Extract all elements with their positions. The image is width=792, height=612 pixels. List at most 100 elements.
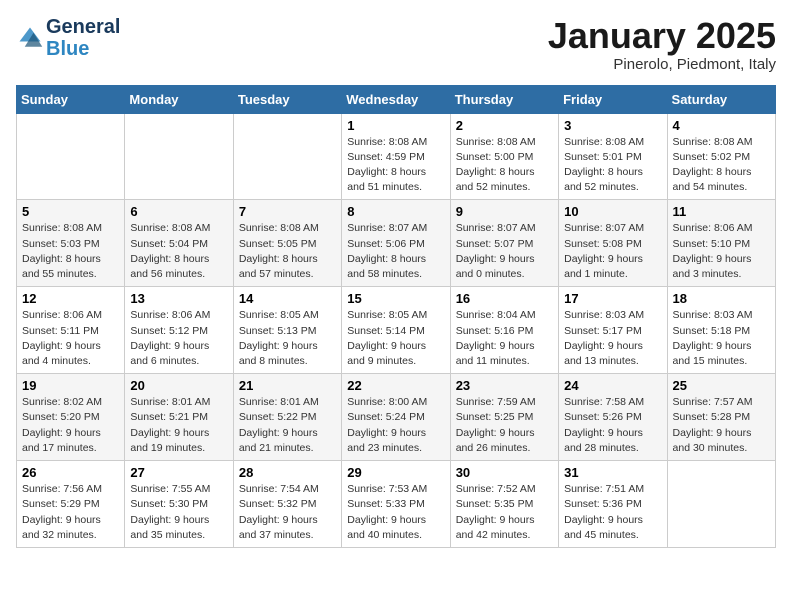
calendar-cell: 5 Sunrise: 8:08 AM Sunset: 5:03 PM Daylig…	[17, 200, 125, 287]
day-number: 26	[22, 465, 119, 480]
day-info: Sunrise: 8:07 AM Sunset: 5:07 PM Dayligh…	[456, 221, 553, 282]
calendar-cell: 19 Sunrise: 8:02 AM Sunset: 5:20 PM Dayli…	[17, 374, 125, 461]
day-number: 7	[239, 204, 336, 219]
day-info: Sunrise: 8:07 AM Sunset: 5:06 PM Dayligh…	[347, 221, 444, 282]
weekday-header-sunday: Sunday	[17, 85, 125, 113]
day-number: 8	[347, 204, 444, 219]
day-number: 10	[564, 204, 661, 219]
calendar-cell: 8 Sunrise: 8:07 AM Sunset: 5:06 PM Daylig…	[342, 200, 450, 287]
calendar-cell: 6 Sunrise: 8:08 AM Sunset: 5:04 PM Daylig…	[125, 200, 233, 287]
weekday-header-monday: Monday	[125, 85, 233, 113]
day-info: Sunrise: 8:06 AM Sunset: 5:10 PM Dayligh…	[673, 221, 770, 282]
day-info: Sunrise: 8:03 AM Sunset: 5:18 PM Dayligh…	[673, 308, 770, 369]
day-number: 12	[22, 291, 119, 306]
day-info: Sunrise: 8:08 AM Sunset: 5:04 PM Dayligh…	[130, 221, 227, 282]
calendar-cell: 1Sunrise: 8:08 AM Sunset: 4:59 PM Daylig…	[342, 113, 450, 200]
day-info: Sunrise: 8:06 AM Sunset: 5:11 PM Dayligh…	[22, 308, 119, 369]
day-number: 30	[456, 465, 553, 480]
calendar-cell: 29 Sunrise: 7:53 AM Sunset: 5:33 PM Dayli…	[342, 461, 450, 548]
day-info: Sunrise: 8:02 AM Sunset: 5:20 PM Dayligh…	[22, 395, 119, 456]
day-number: 13	[130, 291, 227, 306]
calendar-table: SundayMondayTuesdayWednesdayThursdayFrid…	[16, 85, 776, 548]
day-number: 25	[673, 378, 770, 393]
calendar-cell: 31 Sunrise: 7:51 AM Sunset: 5:36 PM Dayli…	[559, 461, 667, 548]
day-info: Sunrise: 8:06 AM Sunset: 5:12 PM Dayligh…	[130, 308, 227, 369]
calendar-cell: 28 Sunrise: 7:54 AM Sunset: 5:32 PM Dayli…	[233, 461, 341, 548]
day-number: 24	[564, 378, 661, 393]
calendar-cell: 15Sunrise: 8:05 AM Sunset: 5:14 PM Dayli…	[342, 287, 450, 374]
day-number: 5	[22, 204, 119, 219]
calendar-cell: 14Sunrise: 8:05 AM Sunset: 5:13 PM Dayli…	[233, 287, 341, 374]
day-info: Sunrise: 8:01 AM Sunset: 5:22 PM Dayligh…	[239, 395, 336, 456]
day-number: 11	[673, 204, 770, 219]
calendar-cell: 16 Sunrise: 8:04 AM Sunset: 5:16 PM Dayli…	[450, 287, 558, 374]
day-info: Sunrise: 8:03 AM Sunset: 5:17 PM Dayligh…	[564, 308, 661, 369]
day-info: Sunrise: 7:55 AM Sunset: 5:30 PM Dayligh…	[130, 482, 227, 543]
day-info: Sunrise: 8:01 AM Sunset: 5:21 PM Dayligh…	[130, 395, 227, 456]
day-info: Sunrise: 8:08 AM Sunset: 5:03 PM Dayligh…	[22, 221, 119, 282]
weekday-header-friday: Friday	[559, 85, 667, 113]
calendar-cell: 26Sunrise: 7:56 AM Sunset: 5:29 PM Dayli…	[17, 461, 125, 548]
calendar-cell: 21 Sunrise: 8:01 AM Sunset: 5:22 PM Dayli…	[233, 374, 341, 461]
week-row-2: 5 Sunrise: 8:08 AM Sunset: 5:03 PM Daylig…	[17, 200, 776, 287]
day-number: 1	[347, 118, 444, 133]
day-number: 18	[673, 291, 770, 306]
day-number: 29	[347, 465, 444, 480]
calendar-cell: 13 Sunrise: 8:06 AM Sunset: 5:12 PM Dayli…	[125, 287, 233, 374]
calendar-cell: 10 Sunrise: 8:07 AM Sunset: 5:08 PM Dayli…	[559, 200, 667, 287]
logo-icon	[16, 24, 44, 52]
day-info: Sunrise: 7:58 AM Sunset: 5:26 PM Dayligh…	[564, 395, 661, 456]
calendar-cell: 2Sunrise: 8:08 AM Sunset: 5:00 PM Daylig…	[450, 113, 558, 200]
calendar-cell: 27 Sunrise: 7:55 AM Sunset: 5:30 PM Dayli…	[125, 461, 233, 548]
calendar-cell: 24 Sunrise: 7:58 AM Sunset: 5:26 PM Dayli…	[559, 374, 667, 461]
calendar-cell: 4 Sunrise: 8:08 AM Sunset: 5:02 PM Daylig…	[667, 113, 775, 200]
calendar-cell	[667, 461, 775, 548]
calendar-cell: 9 Sunrise: 8:07 AM Sunset: 5:07 PM Daylig…	[450, 200, 558, 287]
calendar-cell: 23Sunrise: 7:59 AM Sunset: 5:25 PM Dayli…	[450, 374, 558, 461]
day-info: Sunrise: 7:51 AM Sunset: 5:36 PM Dayligh…	[564, 482, 661, 543]
day-info: Sunrise: 8:08 AM Sunset: 5:00 PM Dayligh…	[456, 135, 553, 196]
day-info: Sunrise: 7:52 AM Sunset: 5:35 PM Dayligh…	[456, 482, 553, 543]
logo: General Blue	[16, 16, 120, 60]
day-info: Sunrise: 7:59 AM Sunset: 5:25 PM Dayligh…	[456, 395, 553, 456]
weekday-header-wednesday: Wednesday	[342, 85, 450, 113]
day-info: Sunrise: 8:08 AM Sunset: 5:02 PM Dayligh…	[673, 135, 770, 196]
day-number: 17	[564, 291, 661, 306]
week-row-5: 26Sunrise: 7:56 AM Sunset: 5:29 PM Dayli…	[17, 461, 776, 548]
week-row-1: 1Sunrise: 8:08 AM Sunset: 4:59 PM Daylig…	[17, 113, 776, 200]
day-number: 6	[130, 204, 227, 219]
day-number: 16	[456, 291, 553, 306]
day-info: Sunrise: 7:53 AM Sunset: 5:33 PM Dayligh…	[347, 482, 444, 543]
day-info: Sunrise: 8:05 AM Sunset: 5:13 PM Dayligh…	[239, 308, 336, 369]
day-number: 19	[22, 378, 119, 393]
day-number: 27	[130, 465, 227, 480]
day-number: 31	[564, 465, 661, 480]
weekday-header-saturday: Saturday	[667, 85, 775, 113]
logo-text: General Blue	[46, 16, 120, 60]
day-number: 28	[239, 465, 336, 480]
day-info: Sunrise: 7:57 AM Sunset: 5:28 PM Dayligh…	[673, 395, 770, 456]
week-row-3: 12 Sunrise: 8:06 AM Sunset: 5:11 PM Dayli…	[17, 287, 776, 374]
day-info: Sunrise: 8:07 AM Sunset: 5:08 PM Dayligh…	[564, 221, 661, 282]
day-number: 20	[130, 378, 227, 393]
page-header: General Blue January 2025 Pinerolo, Pied…	[16, 16, 776, 73]
weekday-header-thursday: Thursday	[450, 85, 558, 113]
calendar-cell: 12 Sunrise: 8:06 AM Sunset: 5:11 PM Dayli…	[17, 287, 125, 374]
month-title: January 2025	[548, 16, 776, 56]
weekday-header-tuesday: Tuesday	[233, 85, 341, 113]
calendar-cell: 30 Sunrise: 7:52 AM Sunset: 5:35 PM Dayli…	[450, 461, 558, 548]
day-number: 4	[673, 118, 770, 133]
day-number: 21	[239, 378, 336, 393]
day-info: Sunrise: 8:04 AM Sunset: 5:16 PM Dayligh…	[456, 308, 553, 369]
location: Pinerolo, Piedmont, Italy	[548, 56, 776, 73]
calendar-cell	[17, 113, 125, 200]
day-info: Sunrise: 8:08 AM Sunset: 5:05 PM Dayligh…	[239, 221, 336, 282]
calendar-cell: 17 Sunrise: 8:03 AM Sunset: 5:17 PM Dayli…	[559, 287, 667, 374]
calendar-cell: 25 Sunrise: 7:57 AM Sunset: 5:28 PM Dayli…	[667, 374, 775, 461]
calendar-cell: 18 Sunrise: 8:03 AM Sunset: 5:18 PM Dayli…	[667, 287, 775, 374]
day-number: 9	[456, 204, 553, 219]
day-info: Sunrise: 7:54 AM Sunset: 5:32 PM Dayligh…	[239, 482, 336, 543]
week-row-4: 19 Sunrise: 8:02 AM Sunset: 5:20 PM Dayli…	[17, 374, 776, 461]
day-info: Sunrise: 8:00 AM Sunset: 5:24 PM Dayligh…	[347, 395, 444, 456]
weekday-header-row: SundayMondayTuesdayWednesdayThursdayFrid…	[17, 85, 776, 113]
